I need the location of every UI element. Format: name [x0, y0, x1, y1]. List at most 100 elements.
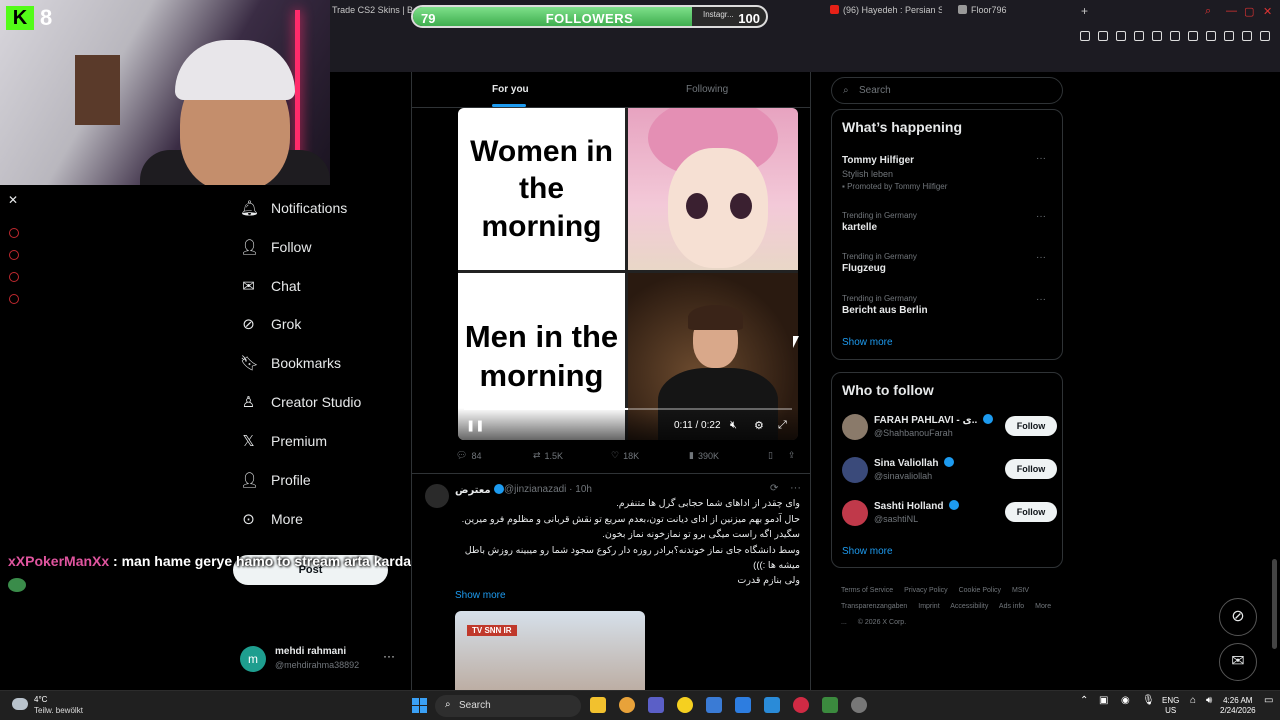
follow-suggestion[interactable]: FARAH PAHLAVI - ی.. @ShahbanouFarah Follo…	[842, 413, 1057, 443]
avatar[interactable]	[842, 414, 868, 440]
search-input[interactable]: ⌕ Search	[831, 77, 1063, 104]
nav-item-notifications[interactable]: 🔔︎ Notifications	[240, 195, 347, 221]
discord-icon[interactable]: ◉	[1121, 696, 1130, 706]
teams-icon[interactable]	[648, 697, 664, 713]
store-icon[interactable]	[706, 697, 722, 713]
account-switcher[interactable]: m mehdi rahmani @mehdirahma38892 ···	[240, 643, 405, 675]
plus-icon[interactable]: +	[1081, 4, 1088, 18]
bookmark-icon[interactable]	[1080, 31, 1090, 41]
nav-item-premium[interactable]: 𝕏 Premium	[240, 428, 327, 454]
maximize-icon[interactable]: ▢	[1244, 5, 1254, 18]
follow-button[interactable]: Follow	[1005, 459, 1057, 479]
vpn-icon[interactable]	[1170, 31, 1180, 41]
app-icon[interactable]	[677, 697, 693, 713]
pause-icon[interactable]: ❚❚	[466, 419, 484, 432]
mail-app-icon[interactable]	[735, 697, 751, 713]
share-button[interactable]: ⇪	[788, 450, 796, 461]
clock[interactable]: 4:26 AM 2/24/2026	[1220, 696, 1256, 716]
tweet-author[interactable]: معترض	[455, 484, 504, 496]
sidebar-icon-1[interactable]	[9, 228, 19, 238]
mail-icon[interactable]: ✉	[1219, 643, 1257, 681]
file-explorer-icon[interactable]	[590, 697, 606, 713]
trend-item[interactable]: Tommy Hilfiger Stylish leben ▪ Promoted …	[842, 153, 1052, 191]
nav-item-profile[interactable]: 👤︎ Profile	[240, 467, 311, 493]
settings-icon[interactable]: ⚙	[754, 419, 764, 432]
notification-icon[interactable]: ▭	[1264, 696, 1273, 706]
fullscreen-icon[interactable]: ⤢	[778, 419, 787, 432]
play-icon[interactable]	[1134, 31, 1144, 41]
more-dots-icon[interactable]: ···	[1036, 252, 1046, 263]
chevron-up-icon[interactable]: ⌃	[1080, 696, 1088, 706]
footer-link[interactable]: Privacy Policy	[904, 587, 948, 594]
show-more-link[interactable]: Show more	[842, 546, 893, 557]
volume-icon[interactable]: 🔊︎	[1206, 696, 1212, 706]
trend-item[interactable]: Trending in Germany Flugzeug ···	[842, 252, 1052, 274]
tweet-video[interactable]: Women in the morning Men in the morning …	[458, 108, 798, 440]
browser-tab-floor796[interactable]: Floor796	[958, 5, 1068, 15]
show-more-link[interactable]: Show more	[842, 337, 893, 348]
tweet-image[interactable]: TV SNN IR	[455, 611, 645, 690]
tweet[interactable]: معترض @jinzianazadi · 10h ⟳ ··· وای چقدر…	[412, 473, 810, 690]
trend-item[interactable]: Trending in Germany Bericht aus Berlin ·…	[842, 294, 1052, 316]
video-progress[interactable]	[464, 408, 792, 410]
minimize-icon[interactable]: —	[1226, 5, 1237, 17]
browser-tab-hayedeh[interactable]: (96) Hayedeh : Persian So	[830, 5, 942, 15]
heart-icon[interactable]	[1152, 31, 1162, 41]
app-icon[interactable]	[822, 697, 838, 713]
footer-link[interactable]: Terms of Service	[841, 587, 893, 594]
close-icon[interactable]: ✕	[1263, 5, 1272, 18]
extensions-icon[interactable]	[1188, 31, 1198, 41]
scrollbar[interactable]	[1272, 72, 1278, 690]
like-button[interactable]: ♡ 18K	[611, 450, 639, 461]
avatar[interactable]	[842, 457, 868, 483]
grok-icon[interactable]: ⟳	[770, 483, 778, 494]
grok-icon[interactable]: ⊘	[1219, 598, 1257, 636]
more-dots-icon[interactable]: ···	[1036, 294, 1046, 305]
scrollbar-thumb[interactable]	[1272, 559, 1277, 649]
footer-link[interactable]: Cookie Policy	[959, 587, 1001, 594]
footer-link[interactable]: Accessibility	[950, 603, 988, 610]
shield-icon[interactable]	[1116, 31, 1126, 41]
search-icon[interactable]: ⌕	[1205, 5, 1211, 18]
nav-item-bookmarks[interactable]: 🔖︎ Bookmarks	[240, 350, 341, 376]
settings-icon[interactable]	[851, 697, 867, 713]
views-button[interactable]: ▮ 390K	[689, 450, 719, 461]
footer-link[interactable]: Ads info	[999, 603, 1024, 610]
nav-item-more[interactable]: ⊙ More	[240, 506, 303, 532]
sidebar-icon-2[interactable]	[9, 250, 19, 260]
avatar[interactable]	[425, 484, 449, 508]
cube-icon[interactable]	[1206, 31, 1216, 41]
vpn-app-icon[interactable]	[764, 697, 780, 713]
nav-item-creator-studio[interactable]: ♙ Creator Studio	[240, 389, 362, 415]
tray-icon[interactable]: ▣	[1099, 696, 1108, 706]
mute-icon[interactable]: 🔇︎	[730, 419, 737, 432]
follow-button[interactable]: Follow	[1005, 416, 1057, 436]
more-dots-icon[interactable]: ···	[383, 649, 395, 663]
repost-button[interactable]: ⇄ 1.5K	[533, 450, 563, 461]
screenshot-icon[interactable]	[1098, 31, 1108, 41]
language-indicator[interactable]: ENG US	[1162, 696, 1179, 716]
follow-suggestion[interactable]: Sina Valiollah @sinavaliollah Follow	[842, 456, 1057, 486]
show-more-link[interactable]: Show more	[455, 590, 506, 601]
reply-button[interactable]: 💬︎ 84	[456, 450, 481, 461]
app-icon[interactable]	[619, 697, 635, 713]
trend-item[interactable]: Trending in Germany kartelle ···	[842, 211, 1052, 233]
x-logo-icon[interactable]: ✕	[8, 193, 18, 207]
nav-item-follow[interactable]: 👤︎ Follow	[240, 234, 311, 260]
more-dots-icon[interactable]: ···	[1036, 211, 1046, 222]
menu-icon[interactable]	[1260, 31, 1270, 41]
microphone-icon[interactable]: 🎙︎	[1142, 696, 1155, 706]
opera-gx-icon[interactable]	[793, 697, 809, 713]
follow-suggestion[interactable]: Sashti Holland @sashtiNL Follow	[842, 499, 1057, 529]
windows-start-icon[interactable]	[412, 698, 427, 713]
nav-item-grok[interactable]: ⊘ Grok	[240, 311, 301, 337]
more-dots-icon[interactable]: ···	[790, 482, 801, 494]
follow-button[interactable]: Follow	[1005, 502, 1057, 522]
bookmark-button[interactable]: ▯	[768, 450, 773, 461]
ai-icon[interactable]	[1242, 31, 1252, 41]
weather-icon[interactable]	[12, 698, 28, 710]
browser-tab-trade[interactable]: Trade CS2 Skins | Be	[332, 5, 414, 15]
tab-following[interactable]: Following	[686, 84, 728, 95]
settings-icon[interactable]	[9, 294, 19, 304]
taskbar-search[interactable]: ⌕ Search	[435, 695, 581, 717]
